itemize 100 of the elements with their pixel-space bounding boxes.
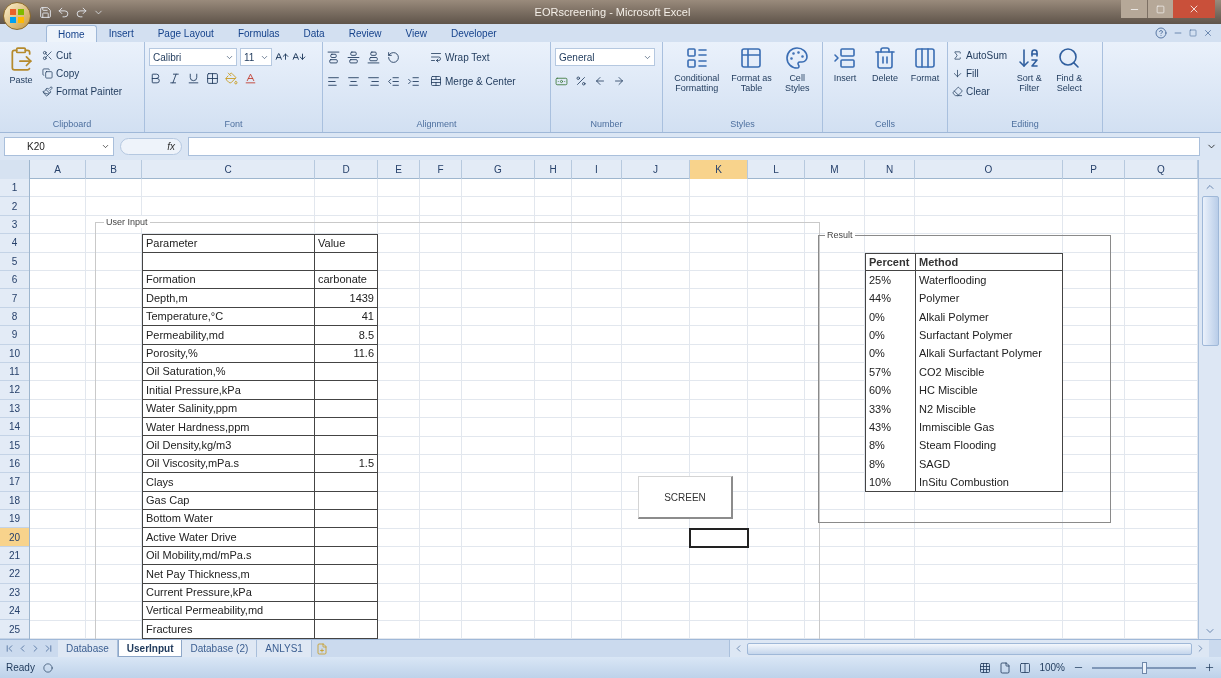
ribbon-tab[interactable]: Insert <box>96 25 146 42</box>
ribbon-tab[interactable]: Developer <box>439 25 509 42</box>
row-header[interactable]: 25 <box>0 620 29 639</box>
row-header[interactable]: 24 <box>0 602 29 621</box>
ribbon-tab[interactable]: Home <box>46 25 97 42</box>
row-header[interactable]: 3 <box>0 215 29 235</box>
row-header[interactable]: 15 <box>0 436 29 455</box>
slider-thumb[interactable] <box>1141 661 1147 674</box>
page-layout-icon[interactable] <box>999 661 1012 674</box>
align-center-icon[interactable] <box>347 74 360 88</box>
save-icon[interactable] <box>39 5 52 19</box>
row-header[interactable]: 14 <box>0 418 29 437</box>
row-header[interactable]: 21 <box>0 546 29 566</box>
borders-icon[interactable] <box>206 72 219 85</box>
row-header[interactable]: 1 <box>0 179 29 198</box>
cells-button[interactable]: Delete <box>867 46 903 118</box>
zoom-in-icon[interactable] <box>1204 662 1215 673</box>
italic-icon[interactable] <box>168 72 181 85</box>
row-header[interactable]: 9 <box>0 326 29 345</box>
row-header[interactable]: 10 <box>0 344 29 363</box>
restore-button[interactable] <box>1147 0 1173 18</box>
ribbon-command[interactable]: Cut <box>42 46 123 64</box>
column-header[interactable]: E <box>378 160 420 179</box>
restore-icon[interactable] <box>1189 29 1197 37</box>
number-format-dropdown[interactable]: General <box>555 48 655 66</box>
formula-field[interactable] <box>188 137 1200 156</box>
ribbon-command[interactable]: Fill <box>952 64 1008 82</box>
bold-icon[interactable] <box>149 72 162 85</box>
row-header[interactable]: 2 <box>0 197 29 216</box>
ribbon-command[interactable]: Copy <box>42 64 123 82</box>
row-header[interactable]: 8 <box>0 307 29 327</box>
indent-decrease-icon[interactable] <box>387 74 400 88</box>
redo-icon[interactable] <box>75 5 88 19</box>
row-header[interactable]: 16 <box>0 454 29 474</box>
column-header[interactable]: G <box>462 160 535 179</box>
undo-icon[interactable] <box>57 5 70 19</box>
paste-button[interactable]: Paste <box>4 46 38 118</box>
row-header[interactable]: 6 <box>0 270 29 290</box>
ribbon-tab[interactable]: Page Layout <box>145 25 226 42</box>
column-header[interactable]: M <box>805 160 865 179</box>
ribbon-command[interactable]: AutoSum <box>952 46 1008 64</box>
cells-button[interactable]: Format <box>907 46 943 118</box>
last-sheet-icon[interactable] <box>43 643 54 654</box>
scroll-thumb[interactable] <box>747 642 1192 655</box>
align-right-icon[interactable] <box>367 74 380 88</box>
office-button[interactable] <box>3 2 31 30</box>
decrease-decimal-icon[interactable] <box>613 75 625 87</box>
merge-center-button[interactable]: Merge & Center <box>430 72 516 90</box>
ribbon-tab[interactable]: Review <box>336 25 394 42</box>
active-cell[interactable] <box>689 527 749 548</box>
column-header[interactable]: B <box>86 160 142 179</box>
zoom-level[interactable]: 100% <box>1039 660 1065 675</box>
align-middle-icon[interactable] <box>347 50 360 64</box>
row-header[interactable]: 7 <box>0 289 29 308</box>
ribbon-tab[interactable]: View <box>393 25 439 42</box>
column-header[interactable]: F <box>420 160 462 179</box>
row-header[interactable]: 13 <box>0 399 29 419</box>
row-header[interactable]: 4 <box>0 234 29 253</box>
increase-decimal-icon[interactable] <box>594 75 606 87</box>
column-header[interactable]: K <box>690 160 748 179</box>
column-header[interactable]: A <box>30 160 86 179</box>
help-icon[interactable] <box>1155 27 1167 39</box>
row-header[interactable]: 17 <box>0 473 29 492</box>
column-header[interactable]: N <box>865 160 915 179</box>
row-header[interactable]: 11 <box>0 362 29 382</box>
cells-button[interactable]: Insert <box>827 46 863 118</box>
ribbon-tab[interactable]: Formulas <box>225 25 292 42</box>
name-box[interactable]: K20 <box>4 137 114 156</box>
align-bottom-icon[interactable] <box>367 50 380 64</box>
row-header[interactable]: 5 <box>0 252 29 271</box>
row-header[interactable]: 22 <box>0 565 29 584</box>
row-header[interactable]: 18 <box>0 491 29 511</box>
align-left-icon[interactable] <box>327 74 340 88</box>
column-header[interactable]: H <box>535 160 572 179</box>
fill-color-icon[interactable] <box>225 72 238 85</box>
row-header[interactable]: 12 <box>0 381 29 400</box>
percent-icon[interactable] <box>575 75 587 87</box>
ribbon-command[interactable]: Clear <box>952 82 1008 100</box>
ribbon-command[interactable]: Format Painter <box>42 82 123 100</box>
column-header[interactable]: D <box>315 160 378 179</box>
column-header[interactable]: L <box>748 160 805 179</box>
sheet-tab[interactable]: Database <box>58 640 118 657</box>
first-sheet-icon[interactable] <box>4 643 15 654</box>
page-break-icon[interactable] <box>1019 661 1032 674</box>
record-macro-icon[interactable] <box>42 662 53 673</box>
font-color-icon[interactable] <box>244 72 257 85</box>
sheet-tab[interactable]: ANLYS1 <box>257 640 312 657</box>
screen-button[interactable]: SCREEN <box>638 476 733 519</box>
orientation-icon[interactable] <box>387 50 400 64</box>
style-button[interactable]: Conditional Formatting <box>667 46 727 118</box>
row-header[interactable]: 23 <box>0 583 29 602</box>
column-header[interactable]: O <box>915 160 1063 179</box>
insert-function-label[interactable]: fx <box>167 139 175 154</box>
editing-button[interactable]: Find & Select <box>1051 46 1088 118</box>
scroll-thumb[interactable] <box>1201 196 1219 346</box>
horizontal-scrollbar[interactable] <box>729 640 1209 657</box>
normal-view-icon[interactable] <box>979 661 992 674</box>
vertical-scrollbar[interactable] <box>1198 160 1221 639</box>
close-icon[interactable] <box>1203 28 1213 38</box>
align-top-icon[interactable] <box>327 50 340 64</box>
